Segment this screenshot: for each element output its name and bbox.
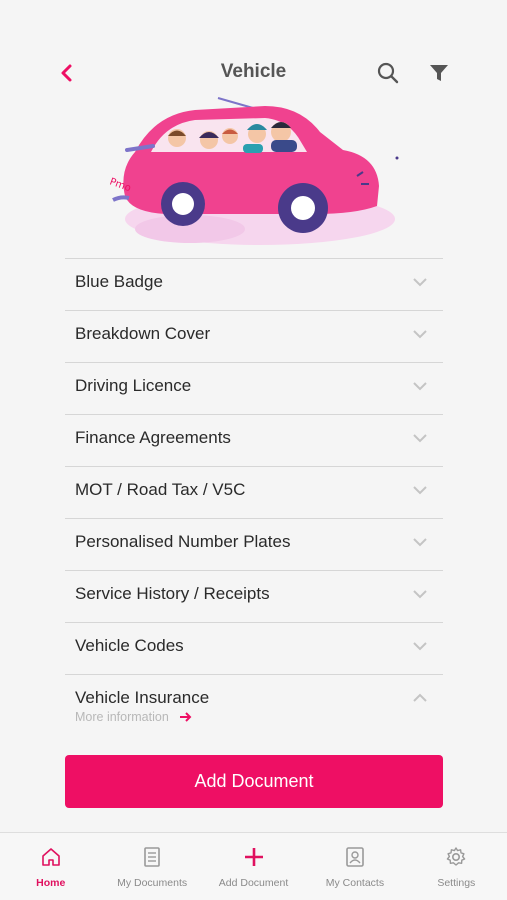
gear-icon	[444, 845, 468, 869]
chevron-down-icon	[413, 642, 427, 651]
chevron-down-icon	[413, 434, 427, 443]
back-button[interactable]	[52, 58, 80, 88]
home-icon	[39, 845, 63, 869]
category-label: MOT / Road Tax / V5C	[75, 480, 246, 499]
tab-settings[interactable]: Settings	[406, 833, 507, 900]
tab-label: Home	[36, 877, 66, 889]
chevron-down-icon	[413, 382, 427, 391]
header-bar: Vehicle	[0, 48, 507, 98]
tab-label: Add Document	[218, 877, 289, 889]
category-label: Driving Licence	[75, 376, 192, 395]
tab-my-documents[interactable]: My Documents	[101, 833, 202, 900]
tab-label: My Contacts	[325, 877, 385, 889]
contacts-icon	[343, 845, 367, 869]
add-document-button[interactable]: Add Document	[65, 755, 443, 808]
chevron-left-icon	[61, 64, 72, 82]
search-button[interactable]	[373, 58, 403, 88]
car-with-family-illustration: Pmo	[108, 97, 399, 245]
filter-button[interactable]	[424, 58, 454, 88]
category-label: Vehicle Codes	[75, 636, 184, 655]
category-row-service-history[interactable]: Service History / Receipts	[65, 570, 443, 622]
category-row-personalised-number-plates[interactable]: Personalised Number Plates	[65, 518, 443, 570]
chevron-up-icon	[413, 693, 427, 702]
category-label: Vehicle Insurance	[75, 688, 210, 707]
category-row-blue-badge[interactable]: Blue Badge	[65, 258, 443, 310]
category-row-finance-agreements[interactable]: Finance Agreements	[65, 414, 443, 466]
arrow-right-icon	[179, 712, 192, 722]
car-illustration: Pmo	[95, 92, 415, 257]
more-information-label: More information	[75, 710, 169, 724]
category-label: Blue Badge	[75, 272, 163, 291]
category-label: Breakdown Cover	[75, 324, 211, 343]
tab-home[interactable]: Home	[0, 833, 101, 900]
category-label: Finance Agreements	[75, 428, 231, 447]
tab-label: Settings	[437, 877, 476, 889]
tab-add-document[interactable]: Add Document	[203, 833, 304, 900]
category-label: Service History / Receipts	[75, 584, 270, 603]
category-row-driving-licence[interactable]: Driving Licence	[65, 362, 443, 414]
chevron-down-icon	[413, 278, 427, 287]
category-row-vehicle-insurance[interactable]: Vehicle Insurance More information	[65, 674, 443, 744]
category-row-mot-road-tax[interactable]: MOT / Road Tax / V5C	[65, 466, 443, 518]
category-list: Blue Badge Breakdown Cover Driving Licen…	[65, 258, 443, 744]
category-label: Personalised Number Plates	[75, 532, 291, 551]
filter-icon	[430, 65, 448, 81]
search-icon	[377, 62, 399, 84]
more-information-link[interactable]: More information	[75, 710, 193, 724]
bottom-tab-bar: Home My Documents Add Document My Contac…	[0, 832, 507, 900]
documents-icon	[140, 845, 164, 869]
category-row-vehicle-codes[interactable]: Vehicle Codes	[65, 622, 443, 674]
chevron-down-icon	[413, 486, 427, 495]
chevron-down-icon	[413, 538, 427, 547]
chevron-down-icon	[413, 330, 427, 339]
plus-icon	[242, 845, 266, 869]
category-row-breakdown-cover[interactable]: Breakdown Cover	[65, 310, 443, 362]
tab-my-contacts[interactable]: My Contacts	[304, 833, 405, 900]
tab-label: My Documents	[117, 877, 188, 889]
chevron-down-icon	[413, 590, 427, 599]
